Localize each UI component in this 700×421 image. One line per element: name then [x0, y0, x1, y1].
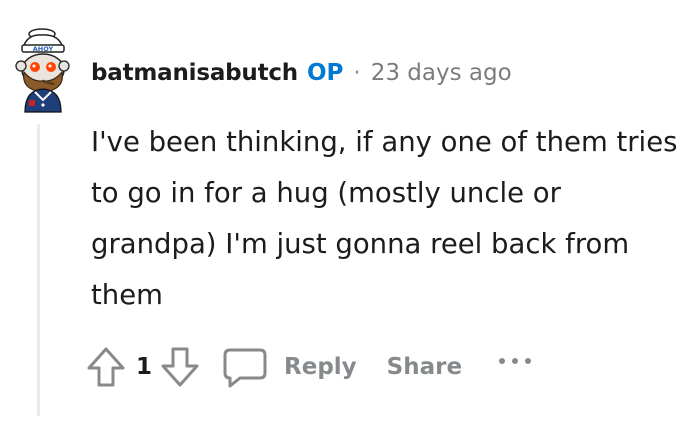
more-options-button[interactable] — [496, 346, 536, 376]
separator-dot: · — [353, 60, 361, 86]
downvote-arrow-icon — [161, 347, 199, 387]
timestamp-link[interactable]: 23 days ago — [371, 60, 512, 86]
snoo-sailor-avatar-icon: AHOY — [15, 28, 70, 113]
comment-header: batmanisabutch OP · 23 days ago — [91, 56, 512, 90]
username-link[interactable]: batmanisabutch — [91, 60, 298, 86]
speech-bubble-icon — [223, 348, 267, 388]
reply-button[interactable]: Reply — [222, 345, 357, 389]
thread-line[interactable] — [37, 124, 40, 416]
share-button[interactable]: Share — [387, 354, 462, 380]
comment-body: I've been thinking, if any one of them t… — [91, 126, 678, 311]
op-badge: OP — [306, 60, 344, 86]
comment: AHOY batmanisabutch OP · 23 days ago I'v… — [0, 0, 700, 421]
reply-label: Reply — [284, 354, 357, 380]
avatar[interactable]: AHOY — [7, 26, 73, 114]
downvote-button[interactable] — [160, 345, 200, 389]
vote-count: 1 — [136, 354, 153, 380]
avatar-hat-text: AHOY — [33, 45, 54, 53]
more-dots-icon — [499, 358, 532, 364]
upvote-button[interactable] — [86, 345, 126, 389]
comment-actions: 1 Reply Share — [86, 340, 536, 394]
upvote-arrow-icon — [87, 347, 125, 387]
